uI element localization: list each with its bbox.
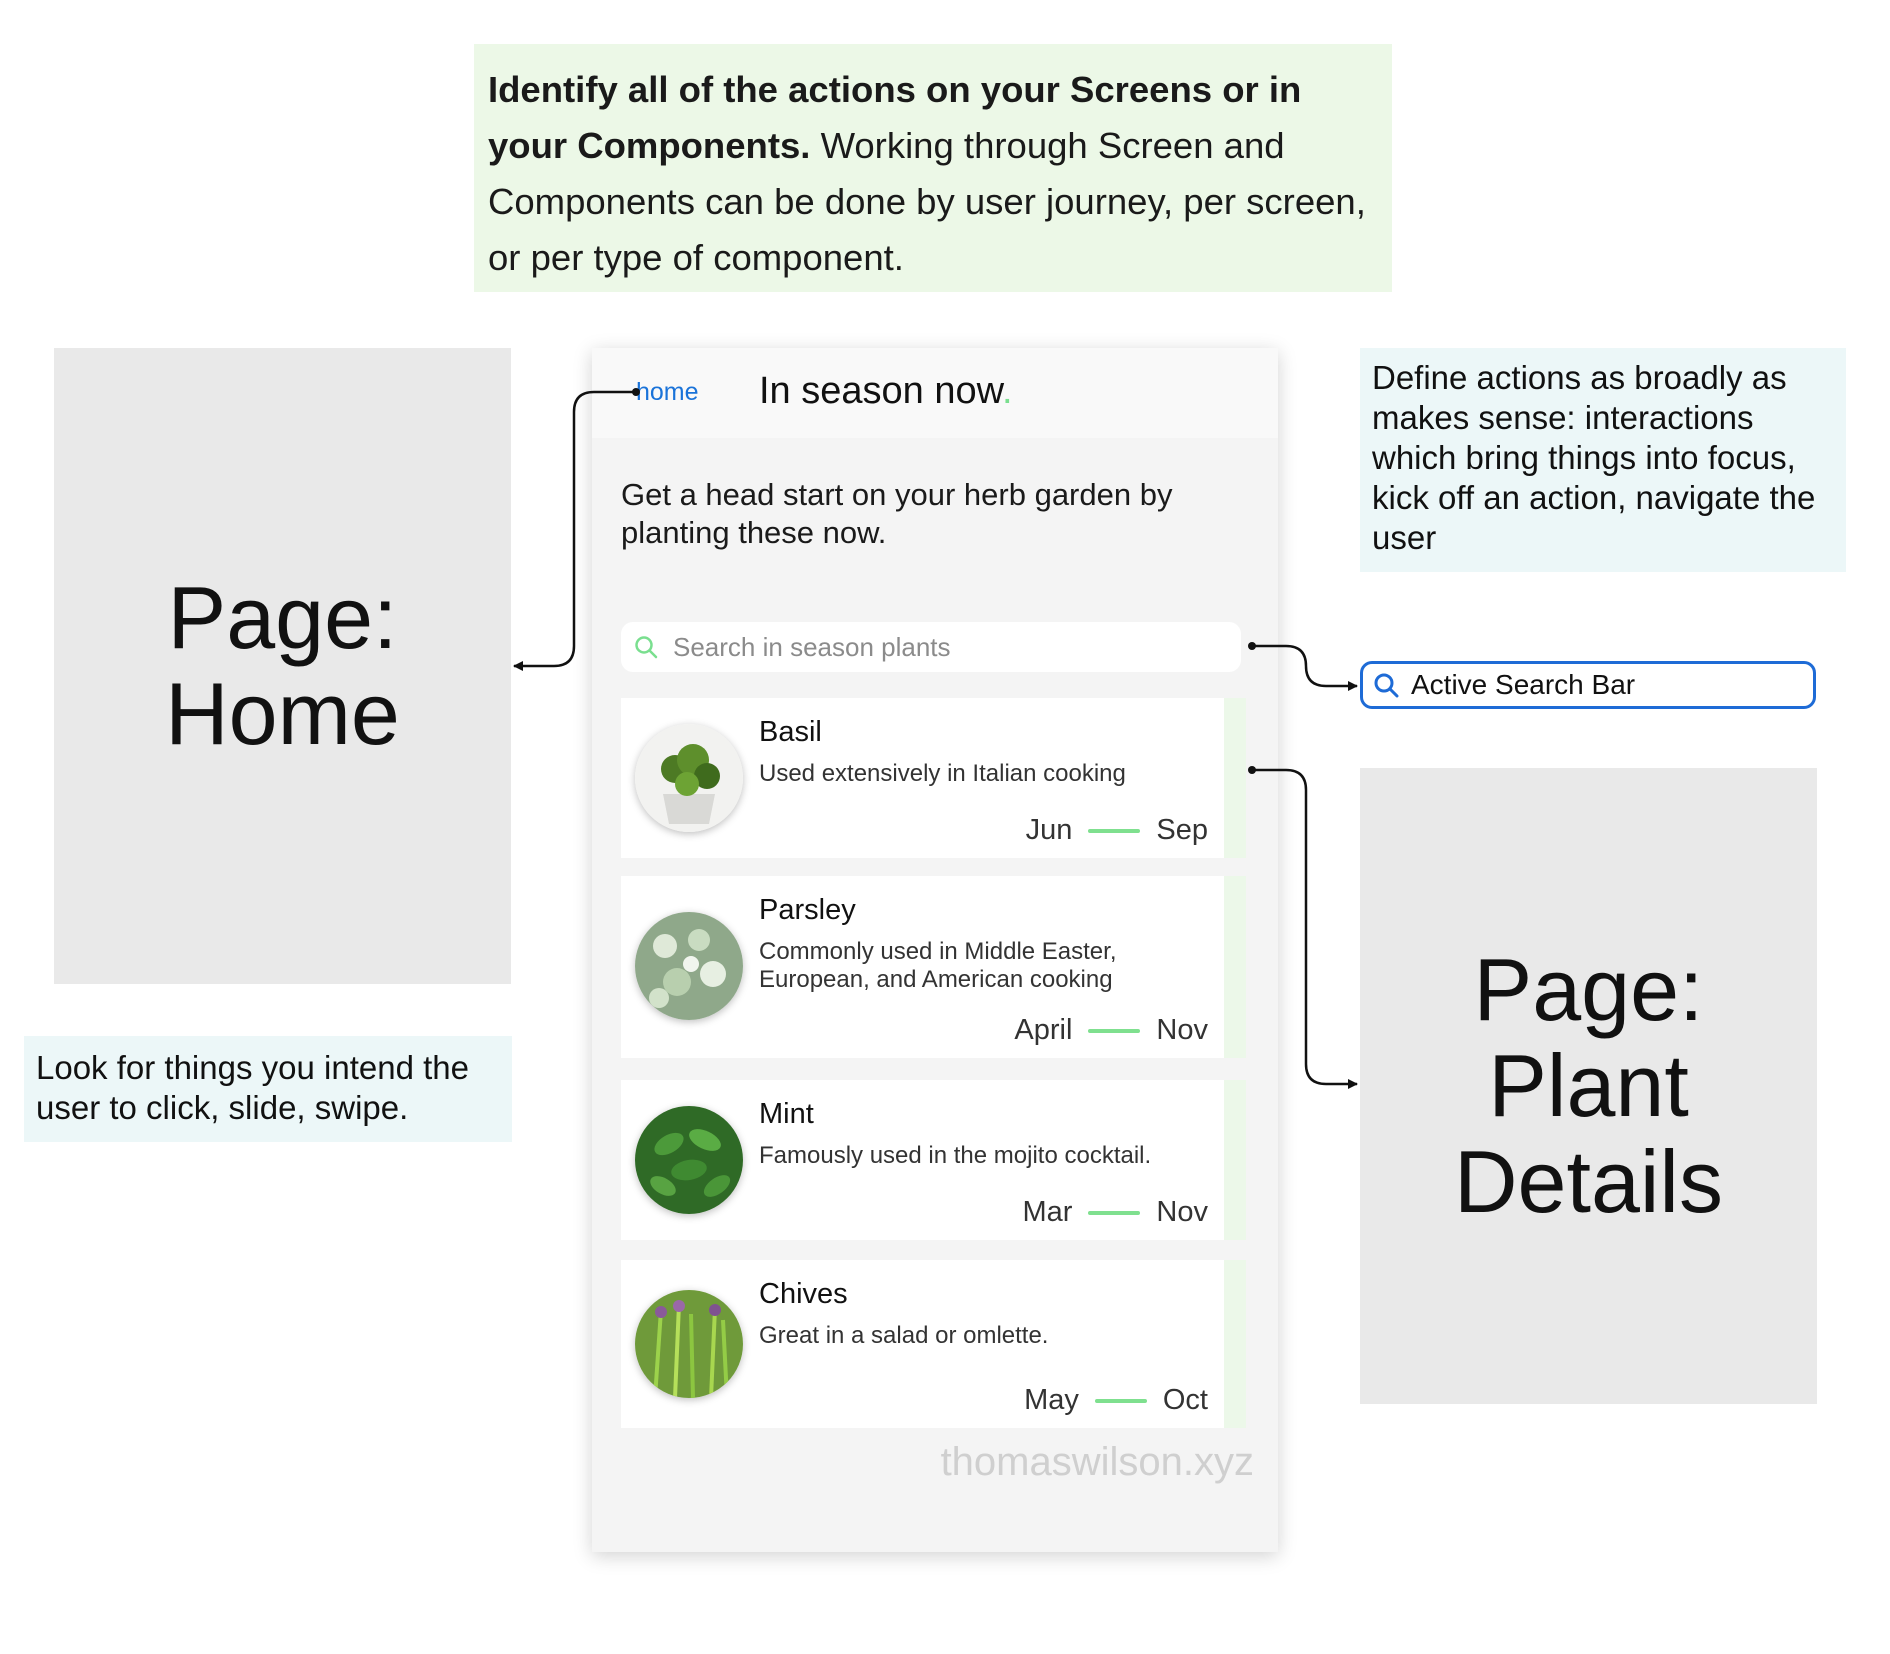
screen-title-text: In season now — [759, 370, 1002, 412]
search-icon — [1374, 673, 1399, 698]
plant-name: Basil — [759, 716, 822, 748]
plant-card-parsley[interactable]: Parsley Commonly used in Middle Easter, … — [621, 876, 1246, 1058]
page-home-label-2: Home — [165, 664, 400, 763]
screen-title: In season now. — [759, 370, 1013, 413]
phone-screen: home In season now. Get a head start on … — [592, 348, 1278, 1552]
season-start: Jun — [1025, 814, 1073, 846]
chives-photo — [635, 1290, 743, 1398]
watermark: thomaswilson.xyz — [940, 1440, 1254, 1484]
mint-photo — [635, 1106, 743, 1214]
planting-season: Jun Sep — [1026, 814, 1208, 847]
page-details-label-1: Page: — [1473, 940, 1704, 1039]
plant-card-mint[interactable]: Mint Famously used in the mojito cocktai… — [621, 1080, 1246, 1240]
season-start: April — [1014, 1014, 1073, 1046]
season-dash — [1088, 828, 1141, 833]
card-accent — [1224, 1080, 1246, 1240]
active-search-label: Active Search Bar — [1411, 669, 1636, 700]
plant-name: Mint — [759, 1098, 814, 1130]
planting-season: April Nov — [1014, 1014, 1208, 1047]
season-start: May — [1024, 1384, 1079, 1416]
page-home-label-1: Page: — [167, 568, 398, 667]
planting-season: Mar Nov — [1022, 1196, 1208, 1229]
planting-season: May Oct — [1024, 1384, 1208, 1417]
season-end: Nov — [1156, 1196, 1208, 1228]
card-accent — [1224, 698, 1246, 858]
instruction-note: Identify all of the actions on your Scre… — [474, 44, 1392, 292]
card-accent — [1224, 1260, 1246, 1428]
plant-name: Parsley — [759, 894, 856, 926]
phone-header: home In season now. — [592, 348, 1278, 438]
plant-name: Chives — [759, 1278, 848, 1310]
season-dash — [1088, 1210, 1141, 1215]
page-home-placeholder: Page: Home — [54, 348, 511, 984]
plant-description: Great in a salad or omlette. — [759, 1322, 1049, 1349]
basil-photo — [635, 724, 743, 832]
page-details-label-2: Plant — [1488, 1036, 1689, 1135]
active-search-bar[interactable]: Active Search Bar — [1360, 661, 1816, 709]
page-details-label-3: Details — [1454, 1132, 1723, 1231]
plant-description: Used extensively in Italian cooking — [759, 760, 1126, 787]
page-plant-details-placeholder: Page: Plant Details — [1360, 768, 1817, 1404]
season-dash — [1094, 1398, 1147, 1403]
season-end: Oct — [1162, 1384, 1208, 1416]
plant-card-chives[interactable]: Chives Great in a salad or omlette. May … — [621, 1260, 1246, 1428]
screen-title-dot: . — [1001, 370, 1013, 412]
home-link[interactable]: home — [636, 378, 699, 407]
season-dash — [1088, 1028, 1141, 1033]
card-accent — [1224, 876, 1246, 1058]
search-icon — [635, 636, 658, 659]
intro-text: Get a head start on your herb garden by … — [621, 477, 1173, 550]
plant-description: Famously used in the mojito cocktail. — [759, 1142, 1152, 1169]
parsley-photo — [635, 912, 743, 1020]
define-actions-note: Define actions as broadly as makes sense… — [1360, 348, 1846, 572]
search-input[interactable]: Search in season plants — [621, 622, 1241, 672]
plant-description: Commonly used in Middle Easter, European… — [759, 938, 1117, 993]
season-end: Nov — [1156, 1014, 1208, 1046]
plant-card-basil[interactable]: Basil Used extensively in Italian cookin… — [621, 698, 1246, 858]
season-start: Mar — [1022, 1196, 1073, 1228]
search-placeholder: Search in season plants — [673, 631, 951, 662]
season-end: Sep — [1156, 814, 1208, 846]
look-for-things-note: Look for things you intend the user to c… — [24, 1036, 512, 1142]
